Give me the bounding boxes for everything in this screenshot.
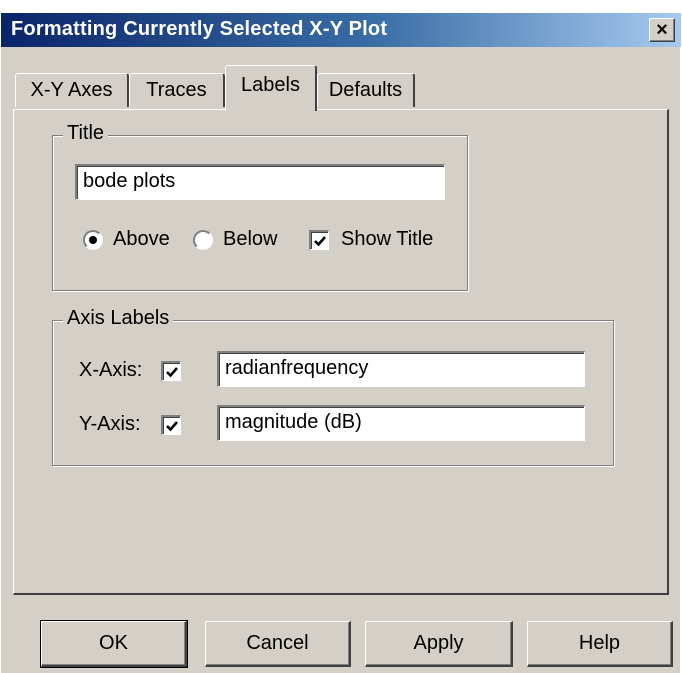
tab-label: X-Y Axes (30, 79, 113, 101)
below-label: Below (223, 228, 278, 250)
apply-button[interactable]: Apply (365, 621, 513, 667)
ok-button[interactable]: OK (40, 620, 188, 668)
title-bar[interactable]: Formatting Currently Selected X-Y Plot × (1, 13, 681, 47)
above-label: Above (113, 228, 170, 250)
tab-label: Defaults (328, 79, 403, 101)
radio-selected-dot (89, 236, 97, 244)
title-group-label: Title (63, 122, 109, 145)
tab-label: Traces (146, 79, 207, 101)
below-radio[interactable] (193, 230, 213, 250)
x-axis-label: X-Axis: (79, 359, 143, 381)
title-input[interactable]: bode plots (75, 164, 445, 200)
axis-labels-groupbox: Axis Labels X-Axis: radianfrequency Y-Ax… (52, 307, 614, 466)
tab-panel-labels: Title bode plots Above Below Show Title … (13, 109, 669, 595)
checkmark-icon (166, 367, 178, 378)
show-title-checkbox[interactable] (309, 230, 329, 250)
tab-strip: X-Y Axes Traces Labels Defaults (15, 65, 675, 111)
tab-label: Labels (241, 74, 300, 96)
checkmark-icon (314, 236, 326, 247)
tab-traces[interactable]: Traces (129, 73, 225, 107)
above-radio[interactable] (83, 230, 103, 250)
window-title: Formatting Currently Selected X-Y Plot (11, 18, 388, 40)
show-title-label: Show Title (341, 228, 434, 250)
checkmark-icon (166, 421, 178, 432)
y-axis-checkbox[interactable] (161, 415, 181, 435)
tab-xy-axes[interactable]: X-Y Axes (15, 73, 129, 107)
axis-labels-group-label: Axis Labels (63, 307, 174, 330)
y-axis-label: Y-Axis: (79, 413, 141, 435)
close-button[interactable]: × (649, 18, 675, 42)
y-axis-input[interactable]: magnitude (dB) (217, 405, 585, 441)
close-icon: × (656, 19, 668, 41)
x-axis-checkbox[interactable] (161, 361, 181, 381)
help-button[interactable]: Help (527, 621, 673, 667)
dialog-window: Formatting Currently Selected X-Y Plot ×… (0, 12, 681, 673)
tab-labels[interactable]: Labels (225, 65, 317, 111)
tab-defaults[interactable]: Defaults (317, 73, 415, 107)
title-groupbox: Title bode plots Above Below Show Title (52, 122, 468, 291)
cancel-button[interactable]: Cancel (205, 621, 351, 667)
x-axis-input[interactable]: radianfrequency (217, 351, 585, 387)
